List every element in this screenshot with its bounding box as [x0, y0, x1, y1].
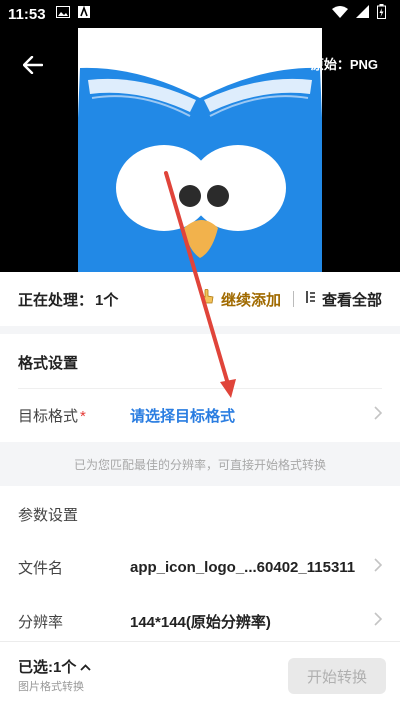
hand-pointer-icon [199, 288, 215, 309]
chevron-right-icon [374, 557, 383, 577]
app-notification-icon [77, 5, 90, 23]
params-settings-title: 参数设置 [18, 507, 79, 524]
processing-label: 正在处理： [18, 291, 94, 309]
view-all-button[interactable]: 查看全部 [306, 289, 382, 310]
resolution-row[interactable]: 分辨率 144*144(原始分辨率) [0, 594, 400, 648]
processing-count: 1个 [95, 291, 119, 309]
owl-book-logo-icon [78, 28, 322, 272]
chevron-up-icon [80, 660, 91, 674]
filename-label: 文件名 [18, 559, 64, 577]
resolution-value: 144*144(原始分辨率) [130, 613, 271, 631]
continue-add-button[interactable]: 继续添加 [199, 288, 281, 310]
target-format-row[interactable]: 目标格式 * 请选择目标格式 [0, 388, 400, 442]
wifi-icon [332, 5, 348, 23]
view-all-label: 查看全部 [321, 291, 382, 309]
signal-icon [356, 5, 369, 23]
image-preview-area: 原始：PNG [0, 28, 400, 272]
status-bar: 11:53 [0, 0, 400, 28]
resolution-hint: 已为您匹配最佳的分辨率，可直接开始格式转换 [73, 458, 326, 472]
arrow-left-icon [23, 56, 43, 74]
continue-add-label: 继续添加 [220, 291, 281, 309]
format-settings-title: 格式设置 [18, 355, 79, 372]
list-icon [306, 290, 316, 308]
filename-value: app_icon_logo_...60402_115311 [130, 558, 356, 576]
original-format-label: 原始：PNG [310, 57, 378, 72]
processing-bar: 正在处理： 1个 继续添加 查看全部 [0, 272, 400, 326]
filename-row[interactable]: 文件名 app_icon_logo_...60402_115311 [0, 540, 400, 594]
preview-image [78, 28, 322, 272]
target-format-label: 目标格式 * [18, 407, 86, 425]
selected-count-toggle[interactable]: 已选:1个 [18, 656, 91, 677]
format-settings-card: 格式设置 目标格式 * 请选择目标格式 [0, 334, 400, 442]
bottom-action-bar: 已选:1个 图片格式转换 开始转换 [0, 641, 400, 711]
start-convert-button[interactable]: 开始转换 [288, 658, 386, 694]
params-settings-card: 参数设置 文件名 app_icon_logo_...60402_115311 分… [0, 486, 400, 652]
chevron-right-icon [374, 611, 383, 631]
status-time: 11:53 [8, 5, 46, 23]
back-button[interactable] [18, 50, 48, 80]
target-format-value: 请选择目标格式 [130, 407, 236, 425]
chevron-right-icon [374, 405, 383, 425]
divider [292, 291, 294, 307]
battery-icon [377, 4, 386, 24]
gallery-notification-icon [55, 5, 70, 23]
tool-caption: 图片格式转换 [18, 681, 84, 693]
required-mark: * [80, 407, 86, 425]
selected-count: 已选:1个 [18, 659, 77, 676]
resolution-label: 分辨率 [18, 613, 64, 631]
